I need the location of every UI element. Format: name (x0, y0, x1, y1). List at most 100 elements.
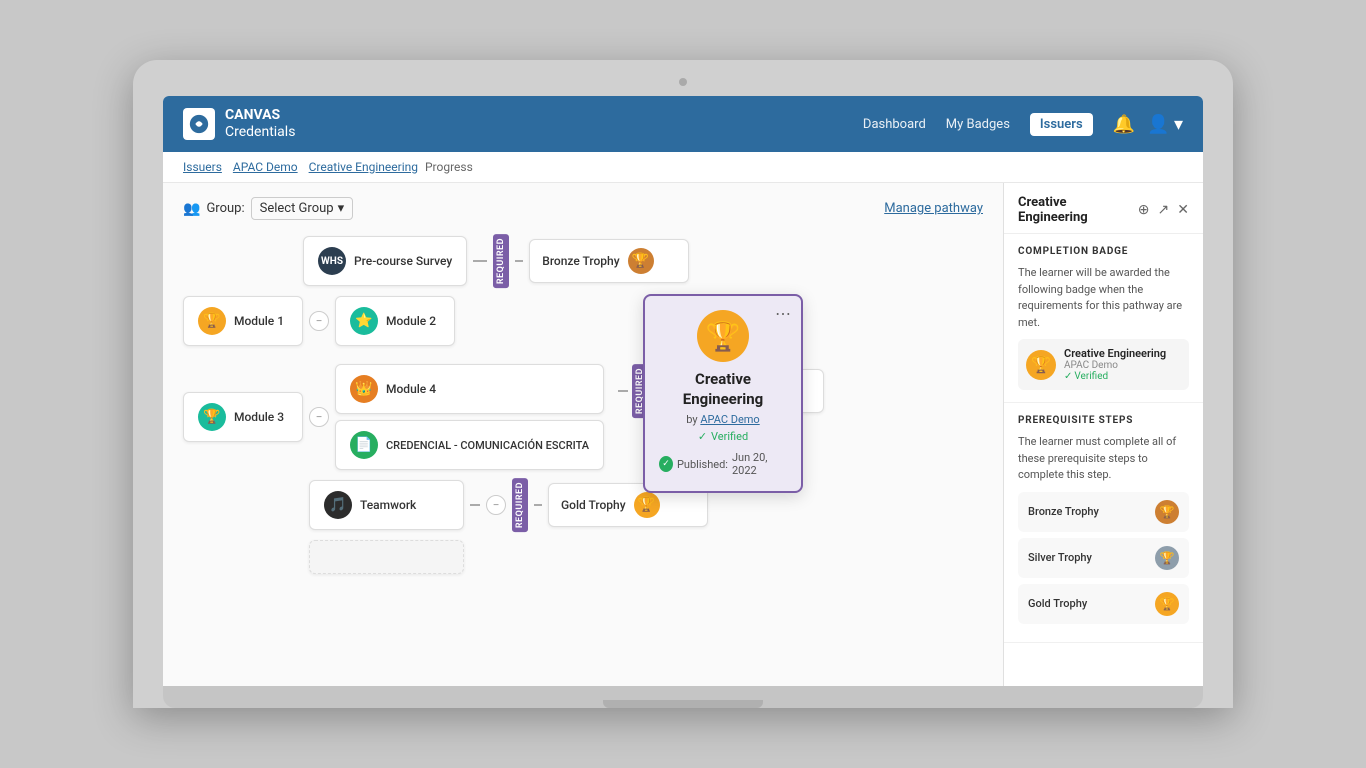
popup-card: ⋯ 🏆 Creative Engineering by APAC Demo ✓ … (643, 294, 803, 493)
logo-icon (183, 108, 215, 140)
connector-line (473, 260, 487, 262)
teamwork-icon: 🎵 (324, 491, 352, 519)
prereq-bronze-icon: 🏆 (1155, 500, 1179, 524)
module3-node[interactable]: 🏆 Module 3 (183, 392, 303, 442)
prereq-gold-name: Gold Trophy (1028, 597, 1087, 610)
popup-title: Creative Engineering (659, 370, 787, 409)
group-value: Select Group (260, 201, 334, 216)
popup-by-label: by (686, 413, 697, 426)
bronze-trophy-label: Bronze Trophy (542, 254, 619, 268)
minus-connector-2: − (309, 407, 329, 427)
panel-title: Creative Engineering (1018, 195, 1138, 225)
breadcrumb-issuers[interactable]: Issuers (183, 160, 222, 174)
external-link-icon[interactable]: ↗ (1158, 202, 1170, 218)
menu-dots-icon[interactable]: ⋯ (775, 304, 791, 323)
prereq-item-bronze[interactable]: Bronze Trophy 🏆 (1018, 492, 1189, 532)
panel-icon-group: ⊕ ↗ ✕ (1138, 202, 1189, 218)
completion-badge-item[interactable]: 🏆 Creative Engineering APAC Demo ✓ Verif… (1018, 339, 1189, 390)
module2-label: Module 2 (386, 314, 436, 328)
breadcrumb: Issuers APAC Demo Creative Engineering P… (163, 152, 1203, 183)
prereq-section: PREREQUISITE STEPS The learner must comp… (1004, 403, 1203, 643)
group-label: Group: (206, 201, 244, 216)
right-panel: Creative Engineering ⊕ ↗ ✕ COMPLETION BA… (1003, 183, 1203, 686)
credencial-icon: 📄 (350, 431, 378, 459)
breadcrumb-apac-demo[interactable]: APAC Demo (233, 160, 298, 174)
completion-badge-verified: ✓ Verified (1064, 371, 1166, 382)
whs-icon: WHS (318, 247, 346, 275)
nav-my-badges[interactable]: My Badges (946, 117, 1010, 132)
header-nav: Dashboard My Badges Issuers 🔔 👤 ▾ (863, 113, 1183, 136)
popup-issuer-link[interactable]: APAC Demo (700, 413, 759, 426)
laptop-camera (679, 78, 687, 86)
prereq-item-silver[interactable]: Silver Trophy 🏆 (1018, 538, 1189, 578)
user-icon[interactable]: 👤 ▾ (1147, 114, 1183, 135)
required-badge-3: Required (512, 478, 528, 532)
verified-check-icon: ✓ (1064, 371, 1072, 382)
teamwork-node[interactable]: 🎵 Teamwork (309, 480, 464, 530)
laptop-base (163, 686, 1203, 708)
credencial-label: CREDENCIAL - COMUNICACIÓN ESCRITA (386, 439, 589, 452)
credencial-node[interactable]: 📄 CREDENCIAL - COMUNICACIÓN ESCRITA (335, 420, 604, 470)
prereq-list: Bronze Trophy 🏆 Silver Trophy 🏆 Gold Tro… (1018, 492, 1189, 624)
nav-issuers[interactable]: Issuers (1030, 113, 1093, 136)
popup-verified-text: Verified (711, 430, 748, 443)
module3-icon: 🏆 (198, 403, 226, 431)
published-date: Jun 20, 2022 (732, 451, 787, 477)
completion-heading: COMPLETION BADGE (1018, 246, 1189, 257)
module2-icon: ⭐ (350, 307, 378, 335)
module4-label: Module 4 (386, 382, 436, 396)
popup-verified: ✓ Verified (659, 430, 787, 443)
app-header: CANVAS Credentials Dashboard My Badges I… (163, 96, 1203, 152)
bronze-trophy-node[interactable]: Bronze Trophy 🏆 (529, 239, 689, 283)
published-label: Published: (677, 458, 728, 471)
module1-node[interactable]: 🏆 Module 1 (183, 296, 303, 346)
module3-label: Module 3 (234, 410, 284, 424)
logo: CANVAS Credentials (183, 107, 295, 141)
locate-icon[interactable]: ⊕ (1138, 202, 1150, 218)
module4-icon: 👑 (350, 375, 378, 403)
logo-credentials: Credentials (225, 124, 295, 141)
check-icon: ✓ (698, 430, 707, 443)
breadcrumb-creative-engineering[interactable]: Creative Engineering (309, 160, 418, 174)
empty-node (309, 540, 464, 574)
module4-node[interactable]: 👑 Module 4 (335, 364, 604, 414)
popup-badge-icon: 🏆 (697, 310, 749, 362)
close-icon[interactable]: ✕ (1177, 202, 1189, 218)
completion-badge-issuer: APAC Demo (1064, 360, 1166, 371)
prereq-description: The learner must complete all of these p… (1018, 434, 1189, 484)
logo-canvas: CANVAS (225, 107, 295, 124)
completion-badge-info: Creative Engineering APAC Demo ✓ Verifie… (1064, 347, 1166, 382)
popup-by: by APAC Demo (659, 413, 787, 426)
minus-connector-1: − (309, 311, 329, 331)
bronze-trophy-icon: 🏆 (628, 248, 654, 274)
prereq-silver-icon: 🏆 (1155, 546, 1179, 570)
prereq-item-gold[interactable]: Gold Trophy 🏆 (1018, 584, 1189, 624)
pre-course-node[interactable]: WHS Pre-course Survey (303, 236, 467, 286)
teamwork-label: Teamwork (360, 498, 416, 512)
gold-trophy-label: Gold Trophy (561, 498, 626, 512)
required-badge-1: Required (493, 234, 509, 288)
minus-connector-3: − (486, 495, 506, 515)
group-icon: 👥 (183, 201, 200, 217)
notification-icon[interactable]: 🔔 (1113, 114, 1135, 135)
module2-node[interactable]: ⭐ Module 2 (335, 296, 455, 346)
header-icons: 🔔 👤 ▾ (1113, 114, 1183, 135)
module1-label: Module 1 (234, 314, 284, 328)
nav-dashboard[interactable]: Dashboard (863, 117, 926, 132)
panel-header: Creative Engineering ⊕ ↗ ✕ (1004, 183, 1203, 234)
gold-trophy-icon: 🏆 (634, 492, 660, 518)
group-dropdown[interactable]: Select Group ▾ (251, 197, 354, 220)
breadcrumb-progress: Progress (425, 160, 473, 174)
prereq-bronze-name: Bronze Trophy (1028, 505, 1099, 518)
connector-line2 (515, 260, 523, 262)
completion-badge-icon: 🏆 (1026, 350, 1056, 380)
prereq-gold-icon: 🏆 (1155, 592, 1179, 616)
manage-pathway-link[interactable]: Manage pathway (884, 201, 983, 216)
prereq-silver-name: Silver Trophy (1028, 551, 1092, 564)
module1-icon: 🏆 (198, 307, 226, 335)
completion-section: COMPLETION BADGE The learner will be awa… (1004, 234, 1203, 403)
chevron-down-icon: ▾ (338, 201, 345, 216)
group-selector: 👥 Group: Select Group ▾ (183, 197, 353, 220)
logo-text: CANVAS Credentials (225, 107, 295, 141)
popup-published: ✓ Published: Jun 20, 2022 (659, 451, 787, 477)
